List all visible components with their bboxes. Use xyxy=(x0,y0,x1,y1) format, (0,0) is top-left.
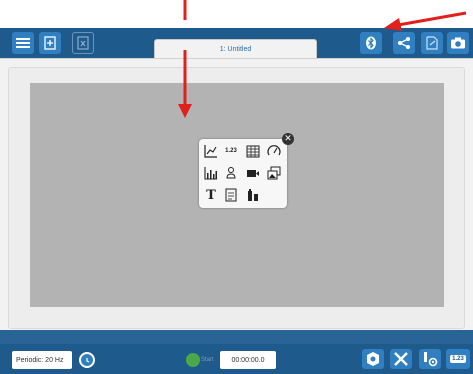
bluetooth-button[interactable] xyxy=(360,32,382,54)
share-icon xyxy=(398,37,410,49)
experiment-tab[interactable]: 1: Untitled xyxy=(154,39,317,58)
menu-icon xyxy=(16,38,30,48)
new-document-icon xyxy=(44,36,56,50)
graph-icon xyxy=(204,145,217,158)
summary-button[interactable]: 1.23 xyxy=(446,349,470,369)
camera-icon xyxy=(451,37,465,49)
bluetooth-icon xyxy=(366,36,376,50)
sensors-button[interactable] xyxy=(362,349,384,369)
video-icon xyxy=(247,170,259,177)
table-option[interactable] xyxy=(244,143,262,159)
elapsed-time-display: 00:00:00.0 xyxy=(220,351,276,369)
bar-graph-option[interactable] xyxy=(202,165,220,181)
screenshot-button[interactable] xyxy=(447,32,469,54)
close-icon[interactable]: ✕ xyxy=(282,133,294,145)
tower-option[interactable] xyxy=(244,187,262,203)
sensors-icon xyxy=(367,352,379,366)
bottom-strip xyxy=(0,330,473,344)
table-icon xyxy=(246,145,260,157)
timer-icon xyxy=(86,358,90,363)
text-icon: T xyxy=(206,187,216,203)
elapsed-time: 00:00:00.0 xyxy=(231,356,265,364)
close-document-icon xyxy=(77,36,89,50)
meter-option[interactable] xyxy=(265,143,283,159)
experiment-tab-title: 1: Untitled xyxy=(219,45,252,53)
new-experiment-button[interactable] xyxy=(39,32,61,54)
image-icon xyxy=(267,166,281,180)
text-option[interactable]: T xyxy=(202,187,220,203)
app-window: 1: Untitled 1.23 T ✕ Periodic: 20 Hz Sta… xyxy=(0,0,473,374)
weather-option[interactable] xyxy=(222,165,240,181)
graph-option[interactable] xyxy=(202,143,220,159)
export-button[interactable] xyxy=(421,32,443,54)
sample-rate-button[interactable] xyxy=(79,352,95,368)
tools-icon xyxy=(394,352,408,366)
worksheet-option[interactable] xyxy=(222,187,240,203)
close-experiment-button[interactable] xyxy=(72,32,94,54)
start-button[interactable] xyxy=(186,353,200,367)
start-label: Start xyxy=(201,357,214,363)
digits-option[interactable]: 1.23 xyxy=(222,143,240,159)
tools-button[interactable] xyxy=(390,349,412,369)
video-option[interactable] xyxy=(244,165,262,181)
weather-icon xyxy=(226,167,236,179)
worksheet-icon xyxy=(225,188,237,202)
digits-icon: 1.23 xyxy=(225,148,237,154)
display-picker: 1.23 T xyxy=(199,139,287,208)
settings-icon xyxy=(424,352,438,367)
image-option[interactable] xyxy=(265,165,283,181)
sample-rate-field[interactable]: Periodic: 20 Hz xyxy=(12,351,72,369)
export-icon xyxy=(426,36,438,50)
summary-badge: 1.23 xyxy=(450,355,466,363)
bar-graph-icon xyxy=(204,167,217,180)
setup-button[interactable] xyxy=(419,349,441,369)
meter-icon xyxy=(267,145,281,156)
share-button[interactable] xyxy=(393,32,415,54)
sample-rate-label: Periodic: 20 Hz xyxy=(16,356,64,364)
menu-button[interactable] xyxy=(12,32,34,54)
tower-icon xyxy=(248,189,258,201)
